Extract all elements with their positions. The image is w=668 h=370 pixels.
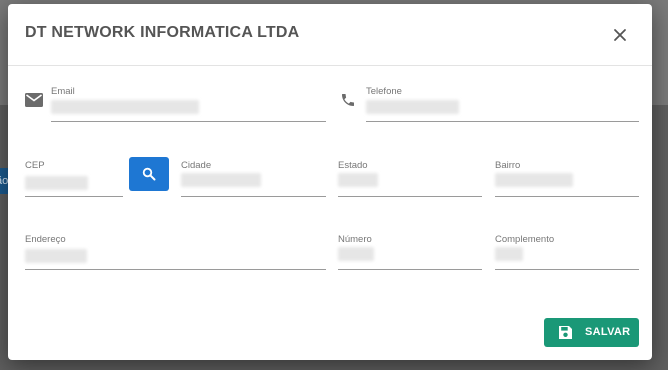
complemento-field[interactable]: Complemento xyxy=(495,234,639,270)
cep-field[interactable]: CEP xyxy=(25,160,123,197)
complemento-value xyxy=(495,247,523,261)
telefone-value xyxy=(366,100,459,114)
floppy-disk-icon xyxy=(559,326,572,339)
telefone-field[interactable]: Telefone xyxy=(366,86,639,122)
cidade-field[interactable]: Cidade xyxy=(181,160,326,197)
header-divider xyxy=(8,65,652,66)
cidade-label: Cidade xyxy=(181,160,212,171)
numero-field[interactable]: Número xyxy=(338,234,482,270)
cidade-value xyxy=(181,173,261,187)
cep-value xyxy=(25,176,88,190)
background-button-label: ão xyxy=(0,175,9,187)
estado-value xyxy=(338,173,378,187)
endereco-label: Endereço xyxy=(25,234,66,245)
email-label: Email xyxy=(51,86,75,97)
estado-label: Estado xyxy=(338,160,368,171)
estado-field[interactable]: Estado xyxy=(338,160,482,197)
cep-label: CEP xyxy=(25,160,45,171)
save-button[interactable]: SALVAR xyxy=(544,318,639,347)
dialog-title: DT NETWORK INFORMATICA LTDA xyxy=(25,24,300,41)
phone-icon xyxy=(340,92,356,113)
save-button-label: SALVAR xyxy=(585,326,631,338)
bairro-label: Bairro xyxy=(495,160,521,171)
email-icon xyxy=(25,93,43,112)
search-icon xyxy=(142,167,156,181)
numero-label: Número xyxy=(338,234,372,245)
telefone-label: Telefone xyxy=(366,86,402,97)
client-dialog: DT NETWORK INFORMATICA LTDA Email Telefo… xyxy=(8,4,652,360)
bairro-field[interactable]: Bairro xyxy=(495,160,639,197)
endereco-value xyxy=(25,249,87,263)
complemento-label: Complemento xyxy=(495,234,555,245)
bairro-value xyxy=(495,173,573,187)
close-icon[interactable] xyxy=(611,26,629,44)
endereco-field[interactable]: Endereço xyxy=(25,234,326,270)
email-value xyxy=(51,100,199,114)
numero-value xyxy=(338,247,374,261)
search-cep-button[interactable] xyxy=(129,157,169,191)
email-field[interactable]: Email xyxy=(51,86,326,122)
